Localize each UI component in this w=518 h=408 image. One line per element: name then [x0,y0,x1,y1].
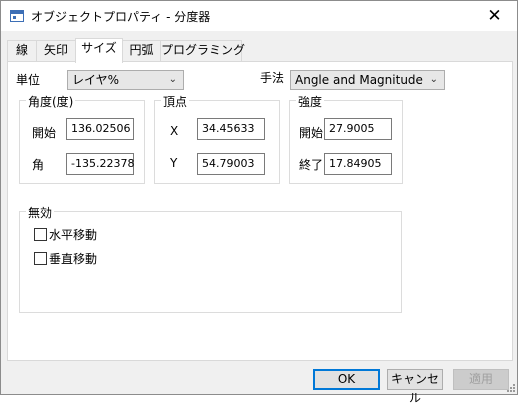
angle-span-label: 角 [32,158,45,172]
vertex-y-input[interactable]: 54.79003 [197,153,265,175]
unit-label: 単位 [16,73,41,87]
angle-start-label: 開始 [32,126,57,140]
vertex-x-input[interactable]: 34.45633 [197,118,265,140]
app-icon-bar [11,11,23,14]
strength-end-label: 終了 [299,158,324,172]
window-app-icon [10,10,24,22]
vertex-x-label: X [170,124,179,138]
tab-line[interactable]: 線 [7,40,37,61]
title-bar: オブジェクトプロパティ - 分度器 ✕ [1,1,517,31]
ok-button[interactable]: OK [313,369,380,390]
tab-arc[interactable]: 円弧 [122,40,161,61]
close-icon: ✕ [487,6,502,26]
tab-arrow[interactable]: 矢印 [36,40,76,61]
horizontal-move-checkbox[interactable] [34,228,47,241]
method-dropdown[interactable]: Angle and Magnitude ⌄ [290,70,445,90]
angle-group: 角度(度) 開始 136.02506 角 -135.22378 [19,93,145,184]
vertical-move-label: 垂直移動 [49,252,98,266]
angle-group-title: 角度(度) [26,93,76,110]
size-tab-panel: 単位 レイヤ% ⌄ 手法 Angle and Magnitude ⌄ 角度(度)… [7,61,513,361]
unit-dropdown-value: レイヤ% [72,73,120,87]
angle-span-input[interactable]: -135.22378 [66,153,134,175]
strength-end-input[interactable]: 17.84905 [324,153,392,175]
method-label: 手法 [260,71,285,85]
tab-programming[interactable]: プログラミング [160,40,245,61]
angle-start-input[interactable]: 136.02506 [66,118,134,140]
disable-group: 無効 水平移動 垂直移動 [19,204,402,313]
strength-group: 強度 開始 27.9005 終了 17.84905 [289,93,403,184]
apply-button[interactable]: 適用 [453,369,509,390]
window-title: オブジェクトプロパティ - 分度器 [31,10,211,24]
tab-size[interactable]: サイズ [75,38,123,63]
strength-start-input[interactable]: 27.9005 [324,118,392,140]
app-icon-pane [13,16,16,19]
resize-grip-icon[interactable] [505,382,515,392]
vertex-y-label: Y [170,156,178,170]
vertex-group: 頂点 X 34.45633 Y 54.79003 [154,93,280,184]
method-dropdown-value: Angle and Magnitude [295,73,423,87]
unit-dropdown[interactable]: レイヤ% ⌄ [67,70,184,90]
strength-start-label: 開始 [299,126,324,140]
chevron-down-icon: ⌄ [168,74,177,85]
vertex-group-title: 頂点 [161,93,190,110]
cancel-button[interactable]: キャンセル [387,369,443,405]
horizontal-move-label: 水平移動 [49,228,98,242]
disable-group-title: 無効 [26,204,55,221]
strength-group-title: 強度 [296,93,325,110]
vertical-move-checkbox[interactable] [34,252,47,265]
chevron-down-icon: ⌄ [429,74,438,85]
dialog-window: オブジェクトプロパティ - 分度器 ✕ 線 矢印 サイズ 円弧 プログラミング … [0,0,518,405]
close-button[interactable]: ✕ [472,1,517,31]
